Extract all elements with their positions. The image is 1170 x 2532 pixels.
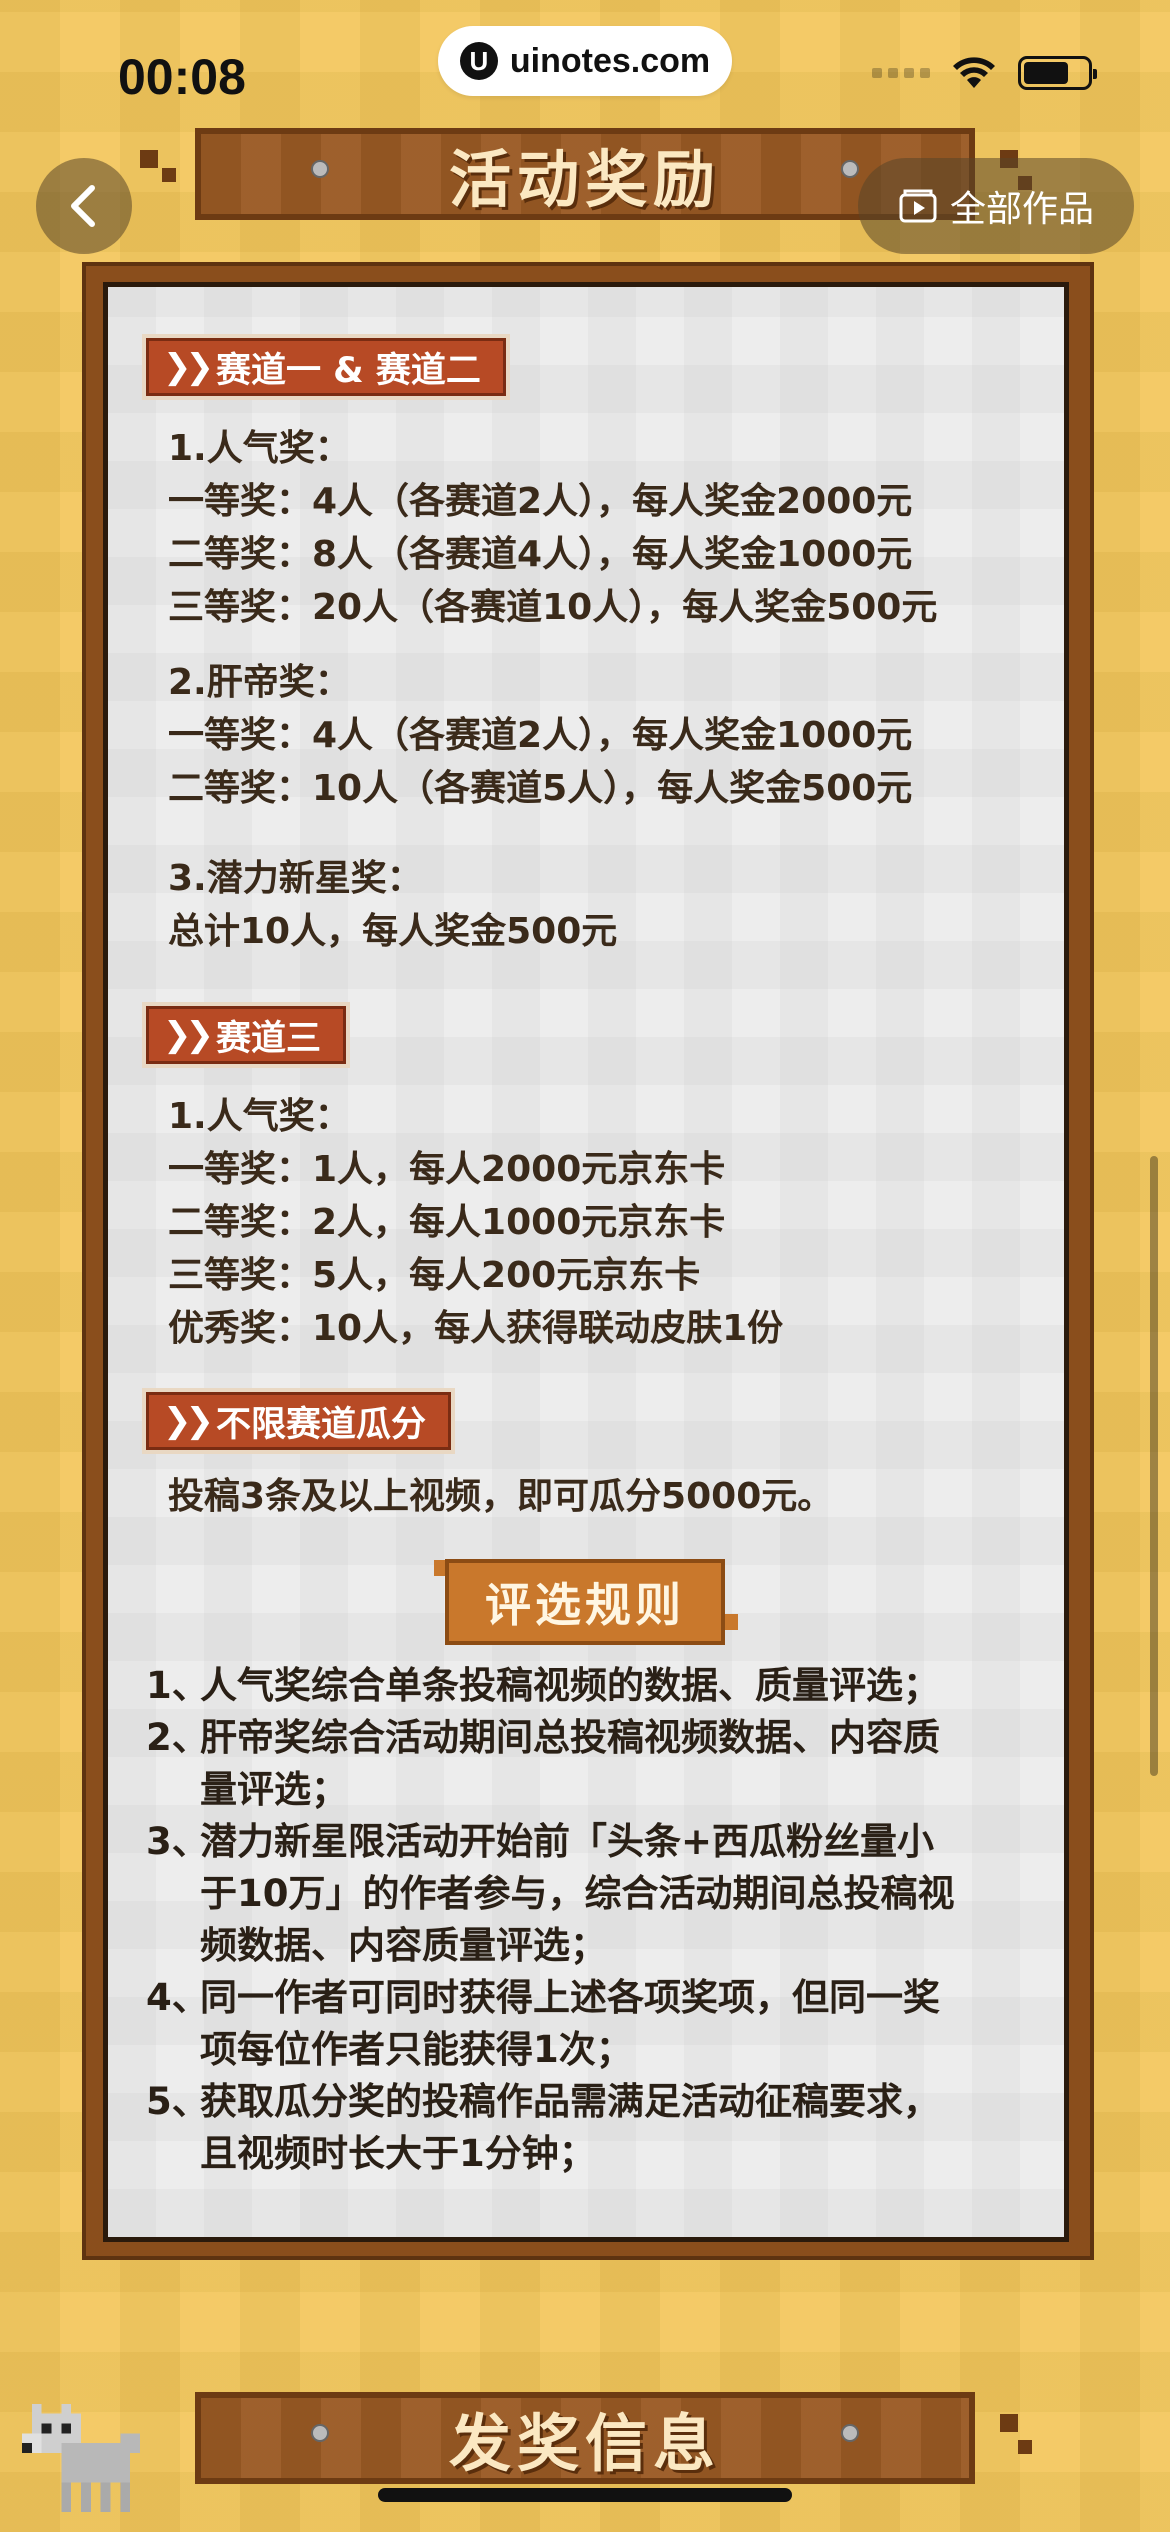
back-button[interactable] [36,158,132,254]
rule-item: 2、 肝帝奖综合活动期间总投稿视频数据、内容质 量评选； [146,1712,1046,1816]
rule-item: 3、 潜力新星限活动开始前「头条+西瓜粉丝量小 于10万」的作者参与，综合活动期… [146,1816,1046,1972]
prize-line: 一等奖：1人，每人2000元京东卡 [168,1149,726,1190]
prize-line: 总计10人，每人奖金500元 [168,911,618,952]
nail-icon [311,160,329,178]
rule-text: 获取瓜分奖的投稿作品需满足活动征稿要求， 且视频时长大于1分钟； [200,2076,1046,2180]
double-chevron-icon: ❯❯ [163,1015,214,1055]
track3-popular-section: 1.人气奖： 一等奖：1人，每人2000元京东卡 二等奖：2人，每人1000元京… [168,1090,783,1355]
section-tag-label: 赛道三 [215,1018,321,1059]
rule-line: 频数据、内容质量评选； [200,1924,607,1967]
pixel-decoration [1000,2414,1018,2432]
pixel-decoration [140,150,158,168]
status-time: 00:08 [118,49,246,105]
rules-list: 1、 人气奖综合单条投稿视频的数据、质量评选； 2、 肝帝奖综合活动期间总投稿视… [146,1660,1046,2180]
prize-heading: 1.人气奖： [168,1096,351,1137]
all-works-button[interactable]: 全部作品 [858,158,1134,254]
rule-line: 量评选； [200,1768,348,1811]
rule-line: 获取瓜分奖的投稿作品需满足活动征稿要求， [200,2080,940,2123]
url-text: uinotes.com [509,41,711,80]
battery-icon [1018,56,1097,90]
prize-line: 二等奖：8人（各赛道4人），每人奖金1000元 [168,534,913,575]
prize-heading: 2.肝帝奖： [168,662,351,703]
nail-icon [311,2424,329,2442]
video-folder-icon [899,189,937,223]
prize-line: 一等奖：4人（各赛道2人），每人奖金1000元 [168,715,913,756]
prize-line: 三等奖：5人，每人200元京东卡 [168,1255,701,1296]
section-tag-label: 赛道一 & 赛道二 [215,350,481,391]
pixel-decoration [162,168,176,182]
rule-number: 3、 [146,1820,209,1863]
track12-grind-section: 2.肝帝奖： 一等奖：4人（各赛道2人），每人奖金1000元 二等奖：10人（各… [168,656,912,815]
rule-text: 人气奖综合单条投稿视频的数据、质量评选； [200,1660,1046,1712]
section-tag-track3: ❯❯ 赛道三 [146,1006,346,1064]
rules-title-wrap: 评选规则 [440,1559,730,1645]
double-chevron-icon: ❯❯ [163,1401,214,1441]
section-tag-unlimited: ❯❯ 不限赛道瓜分 [146,1392,451,1450]
double-chevron-icon: ❯❯ [163,347,214,387]
section-tag-label: 不限赛道瓜分 [215,1404,426,1445]
home-indicator[interactable] [378,2488,792,2502]
rule-text: 肝帝奖综合活动期间总投稿视频数据、内容质 量评选； [200,1712,1046,1816]
rule-item: 5、 获取瓜分奖的投稿作品需满足活动征稿要求， 且视频时长大于1分钟； [146,2076,1046,2180]
footer-title: 发奖信息 [448,2407,721,2480]
site-logo-icon: U [459,42,498,80]
rule-number: 5、 [146,2080,209,2123]
rules-title: 评选规则 [445,1559,725,1645]
rule-text: 同一作者可同时获得上述各项奖项，但同一奖 项每位作者只能获得1次； [200,1972,1046,2076]
pixel-wolf-icon [22,2403,140,2512]
pixel-decoration [1018,2440,1032,2454]
prize-heading: 3.潜力新星奖： [168,858,423,899]
prize-line: 优秀奖：10人，每人获得联动皮肤1份 [168,1308,784,1349]
rule-number: 4、 [146,1976,209,2019]
chevron-left-icon [71,185,95,227]
page-title: 活动奖励 [448,143,721,216]
rule-line: 项每位作者只能获得1次； [200,2028,633,2071]
cellular-signal-icon [872,68,930,78]
footer-banner: 发奖信息 [195,2392,975,2484]
rule-line: 潜力新星限活动开始前「头条+西瓜粉丝量小 [200,1820,935,1863]
rule-item: 4、 同一作者可同时获得上述各项奖项，但同一奖 项每位作者只能获得1次； [146,1972,1046,2076]
all-works-label: 全部作品 [949,189,1094,230]
prize-line: 二等奖：10人（各赛道5人），每人奖金500元 [168,768,913,809]
rule-line: 肝帝奖综合活动期间总投稿视频数据、内容质 [200,1716,940,1759]
prize-line: 一等奖：4人（各赛道2人），每人奖金2000元 [168,481,913,522]
rule-line: 于10万」的作者参与，综合活动期间总投稿视 [200,1872,955,1915]
prize-line: 投稿3条及以上视频，即可瓜分5000元。 [168,1476,834,1517]
rule-number: 2、 [146,1716,209,1759]
prize-heading: 1.人气奖： [168,428,351,469]
track12-popular-section: 1.人气奖： 一等奖：4人（各赛道2人），每人奖金2000元 二等奖：8人（各赛… [168,422,937,634]
rule-item: 1、 人气奖综合单条投稿视频的数据、质量评选； [146,1660,1046,1712]
rule-line: 同一作者可同时获得上述各项奖项，但同一奖 [200,1976,940,2019]
url-pill[interactable]: U uinotes.com [438,26,732,96]
rule-line: 人气奖综合单条投稿视频的数据、质量评选； [200,1664,940,1707]
scrollbar[interactable] [1150,1156,1158,1776]
rule-number: 1、 [146,1664,209,1707]
section-tag-track12: ❯❯ 赛道一 & 赛道二 [146,338,506,396]
rule-line: 且视频时长大于1分钟； [200,2132,596,2175]
prize-line: 二等奖：2人，每人1000元京东卡 [168,1202,726,1243]
prize-line: 三等奖：20人（各赛道10人），每人奖金500元 [168,587,938,628]
nail-icon [841,160,859,178]
wifi-icon [953,57,995,88]
track12-rising-section: 3.潜力新星奖： 总计10人，每人奖金500元 [168,852,617,958]
nail-icon [841,2424,859,2442]
rule-text: 潜力新星限活动开始前「头条+西瓜粉丝量小 于10万」的作者参与，综合活动期间总投… [200,1816,1046,1972]
status-indicators [872,56,1097,90]
unlimited-section: 投稿3条及以上视频，即可瓜分5000元。 [168,1470,833,1523]
